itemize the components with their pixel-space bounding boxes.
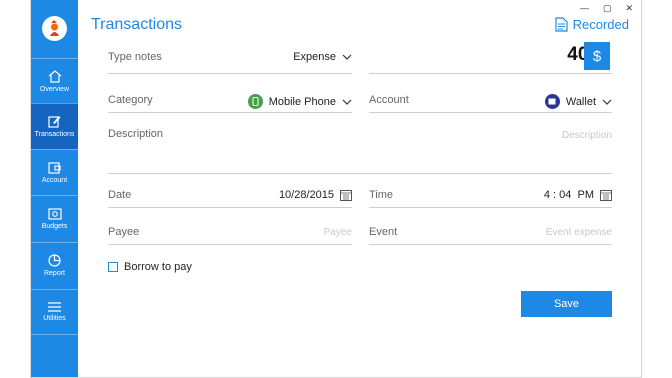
calendar-icon (600, 190, 612, 201)
sidebar: Overview Transactions Account Budgets Re… (31, 0, 78, 377)
sidebar-item-label: Account (41, 176, 68, 184)
time-field[interactable]: Time 4 : 04 PM (369, 184, 612, 208)
description-placeholder: Description (561, 130, 612, 141)
account-select[interactable]: Wallet (544, 94, 612, 109)
sidebar-item-transactions[interactable]: Transactions (31, 103, 78, 149)
time-label: Time (369, 189, 394, 201)
window-controls: — ▢ ✕ (580, 3, 633, 14)
wallet-icon (48, 161, 61, 174)
type-notes-label: Type notes (108, 51, 162, 63)
description-field[interactable]: Description Description (108, 123, 612, 174)
close-button[interactable]: ✕ (625, 3, 633, 14)
app-logo (42, 16, 67, 41)
time-value: 4 : 04 PM (543, 189, 594, 201)
category-select[interactable]: Mobile Phone (247, 94, 352, 109)
description-label: Description (108, 128, 164, 140)
payee-placeholder: Payee (323, 227, 352, 238)
sidebar-item-overview[interactable]: Overview (31, 58, 78, 104)
chevron-down-icon (342, 99, 352, 105)
event-placeholder: Event expense (545, 227, 612, 238)
date-field[interactable]: Date 10/28/2015 (108, 184, 352, 208)
chevron-down-icon (342, 54, 352, 60)
borrow-to-pay-row[interactable]: Borrow to pay (108, 261, 192, 273)
borrow-to-pay-label: Borrow to pay (124, 261, 192, 273)
sidebar-item-label: Transactions (34, 131, 75, 138)
type-notes-field[interactable]: Type notes Expense (108, 46, 352, 74)
type-value: Expense (293, 51, 336, 63)
app-window: Overview Transactions Account Budgets Re… (30, 0, 642, 378)
date-picker[interactable]: 10/28/2015 (279, 189, 352, 201)
page-title: Transactions (91, 16, 182, 33)
sidebar-item-label: Budgets (41, 222, 68, 230)
borrow-to-pay-checkbox[interactable] (108, 262, 118, 272)
menu-icon (48, 302, 61, 312)
chevron-down-icon (602, 99, 612, 105)
sidebar-item-label: Report (43, 270, 65, 277)
account-value: Wallet (565, 95, 596, 108)
pie-chart-icon (48, 254, 61, 267)
type-select[interactable]: Expense (293, 51, 352, 63)
calendar-icon (340, 190, 352, 201)
event-field[interactable]: Event Event expense (369, 221, 612, 245)
maximize-button[interactable]: ▢ (603, 3, 612, 14)
event-label: Event (369, 226, 398, 238)
account-label: Account (369, 94, 409, 106)
save-button[interactable]: Save (521, 291, 612, 317)
sidebar-item-label: Overview (39, 86, 70, 93)
sidebar-item-account[interactable]: Account (31, 149, 78, 195)
currency-button[interactable]: $ (584, 42, 610, 70)
date-value: 10/28/2015 (278, 189, 334, 201)
wallet-icon (544, 94, 560, 109)
sidebar-item-label: Utilities (43, 315, 66, 322)
recorded-label: Recorded (572, 17, 629, 32)
mobile-phone-icon (247, 94, 263, 109)
home-icon (48, 70, 61, 83)
edit-icon (48, 116, 61, 128)
time-picker[interactable]: 4 : 04 PM (544, 189, 612, 201)
account-field[interactable]: Account Wallet (369, 89, 612, 113)
category-field[interactable]: Category Mobile Phone (108, 89, 352, 113)
payee-field[interactable]: Payee Payee (108, 221, 352, 245)
recorded-button[interactable]: Recorded (555, 17, 629, 32)
document-icon (555, 17, 568, 32)
sidebar-item-report[interactable]: Report (31, 242, 78, 288)
minimize-button[interactable]: — (580, 3, 589, 14)
date-label: Date (108, 189, 132, 201)
budget-icon (47, 207, 62, 220)
category-label: Category (108, 94, 153, 106)
sidebar-item-utilities[interactable]: Utilities (31, 289, 78, 335)
category-value: Mobile Phone (268, 95, 336, 108)
payee-label: Payee (108, 226, 140, 238)
sidebar-item-budgets[interactable]: Budgets (31, 195, 78, 241)
